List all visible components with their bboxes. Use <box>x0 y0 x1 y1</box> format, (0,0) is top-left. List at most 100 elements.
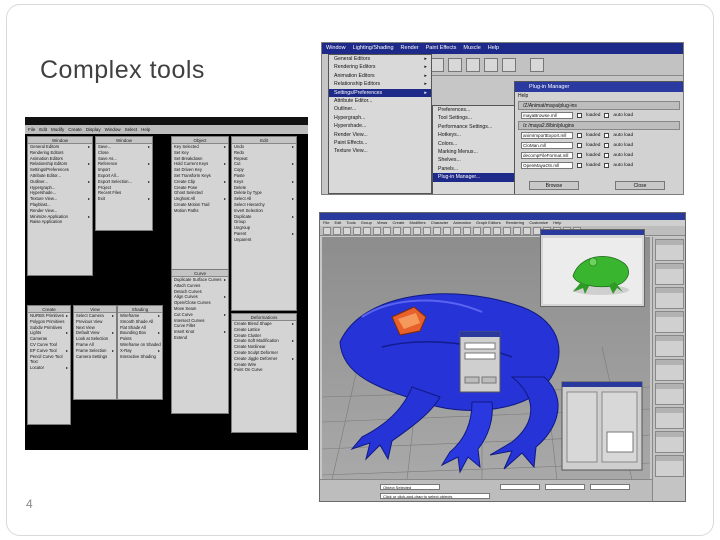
submenu-arrow-icon: ▸ <box>87 196 90 202</box>
plugin-manager-dialog: Plug-in Manager Help /Z/Animat/maya/plug… <box>514 81 683 194</box>
submenu-arrow-icon: ▸ <box>291 355 294 361</box>
max-toolbar-button <box>363 227 371 235</box>
submenu-arrow-icon: ▸ <box>223 196 226 202</box>
settings-menu-item: Plug-in Manager... <box>433 173 515 182</box>
cmd-group-10 <box>655 455 684 477</box>
submenu-arrow-icon: ▸ <box>111 313 114 318</box>
plugin-manager-menu: Help <box>518 93 529 99</box>
window-menu-item-label: Attribute Editor... <box>334 98 373 105</box>
max-toolbar-button <box>493 227 501 235</box>
submenu-arrow-icon: ▸ <box>424 56 427 62</box>
slide-title: Complex tools <box>40 56 205 84</box>
max-menubar-item: Animation <box>453 220 472 225</box>
collage-menu-panel: Edit Undo ▸ Redo Repeat Cut ▸ Copy Paste Keys ▸ Del… <box>231 136 297 311</box>
submenu-arrow-icon: ▸ <box>111 347 114 353</box>
collage-menubar-item: Create <box>68 127 82 132</box>
settings-menu-item-label: Marking Menus... <box>438 149 478 156</box>
rotate-tool-icon <box>484 58 498 72</box>
plugin-loaded-checkbox <box>577 113 582 118</box>
plugin-row: mayaBrowse.mll loaded auto load <box>521 111 677 120</box>
status-coord-x <box>500 484 540 490</box>
max-menubar-item: Character <box>430 220 449 225</box>
submenu-arrow-icon: ▸ <box>291 213 294 219</box>
window-menu-item: Hypershade... <box>329 122 431 130</box>
plugin-manager-title: Plug-in Manager <box>515 82 683 92</box>
collage-panel-header: Create <box>28 306 70 313</box>
plugin-row: decompFileFormat.mll loaded auto load <box>521 151 677 160</box>
collage-menubar-item: Modify <box>51 127 65 132</box>
submenu-arrow-icon: ▸ <box>291 338 294 344</box>
collage-row-label: Extend <box>174 334 188 340</box>
collage-menu-panel: Create NURBS Primitives ▸ Polygon Primitive… <box>27 305 71 425</box>
plugin-loaded-label: loaded <box>586 143 601 148</box>
collage-row-label: Motion Paths <box>174 207 199 213</box>
plugin-loaded-checkbox <box>577 163 582 168</box>
submenu-arrow-icon: ▸ <box>65 347 68 353</box>
settings-preferences-submenu: Preferences... Tool Settings... Performanc… <box>432 105 516 194</box>
submenu-arrow-icon: ▸ <box>65 365 68 371</box>
settings-menu-item-label: Hotkeys... <box>438 132 462 139</box>
plugin-row: CloMan.mll loaded auto load <box>521 141 677 150</box>
status-coord-y <box>545 484 585 490</box>
menushot-menubar-item: Muscle <box>463 45 481 51</box>
window-menu-item-label: Rendering Editors <box>334 64 376 71</box>
submenu-arrow-icon: ▸ <box>87 144 90 149</box>
window-menu-item: Rendering Editors ▸ <box>329 63 431 71</box>
menushot-menubar-item: Paint Effects <box>425 45 457 51</box>
submenu-arrow-icon: ▸ <box>291 161 294 167</box>
window-menu-item: Animation Editors ▸ <box>329 72 431 80</box>
collage-panel-row: Raise Application <box>28 219 92 225</box>
max-menubar-item: Customize <box>529 220 549 225</box>
plugin-loaded-label: loaded <box>586 133 601 138</box>
plugin-autoload-checkbox <box>604 163 610 168</box>
collage-panel-header: Shading <box>118 306 162 313</box>
max-toolbar-button <box>333 227 341 235</box>
menushot-menubar-item: Lighting/Shading <box>352 45 394 51</box>
scale-tool-icon <box>502 58 516 72</box>
submenu-arrow-icon: ▸ <box>111 330 114 336</box>
submenu-arrow-icon: ▸ <box>424 89 427 96</box>
max-command-panel <box>652 237 685 501</box>
max-toolbar-button <box>393 227 401 235</box>
menushot-menubar-item: Window <box>326 45 346 51</box>
window-menu-item: Texture View... <box>329 147 431 155</box>
max-toolbar-button <box>453 227 461 235</box>
plugin-loaded-label: loaded <box>586 153 601 158</box>
window-menu-item: General Editors ▸ <box>329 55 431 63</box>
submenu-arrow-icon: ▸ <box>223 329 226 335</box>
settings-menu-item: Performance Settings... <box>433 123 515 131</box>
window-menu-item-label: Render View... <box>334 131 368 138</box>
window-menu-item: Render View... <box>329 131 431 139</box>
window-menu-item-label: General Editors <box>334 56 371 62</box>
submenu-arrow-icon: ▸ <box>223 277 226 282</box>
render-window <box>540 229 645 307</box>
slide-number: 4 <box>26 497 33 511</box>
submenu-arrow-icon: ▸ <box>291 144 294 149</box>
plugin-autoload-label: auto load <box>613 163 634 168</box>
collage-menubar-item: Display <box>85 127 101 132</box>
collage-row-label: Locator <box>30 365 44 371</box>
submenu-arrow-icon: ▸ <box>147 178 150 184</box>
collage-panel-header: View <box>74 306 116 313</box>
submenu-arrow-icon: ▸ <box>87 161 90 167</box>
collage-panel-row: Locator ▸ <box>28 365 70 371</box>
max-menubar-item: Modifiers <box>409 220 426 225</box>
plugin-autoload-checkbox <box>604 113 610 118</box>
submenu-arrow-icon: ▸ <box>291 321 294 326</box>
plugin-loaded-label: loaded <box>586 163 601 168</box>
plugin-autoload-label: auto load <box>613 133 634 138</box>
lasso-tool-icon <box>448 58 462 72</box>
plugin-autoload-label: auto load <box>613 153 634 158</box>
window-menu-item-label: Hypershade... <box>334 123 367 130</box>
status-coord-z <box>590 484 630 490</box>
menushot-menubar-item: Render <box>400 45 419 51</box>
window-menu-item: Attribute Editor... <box>329 97 431 105</box>
material-dialog <box>561 381 643 471</box>
collage-panel-row: Camera Settings <box>74 354 116 360</box>
plugin-name: mayaBrowse.mll <box>521 112 573 119</box>
collage-panel-row: Motion Paths <box>172 208 228 214</box>
max-toolbar-button <box>423 227 431 235</box>
menushot-menubar-item: Help <box>487 45 500 51</box>
max-toolbar-button <box>473 227 481 235</box>
collage-row-label: Exit <box>98 196 105 202</box>
